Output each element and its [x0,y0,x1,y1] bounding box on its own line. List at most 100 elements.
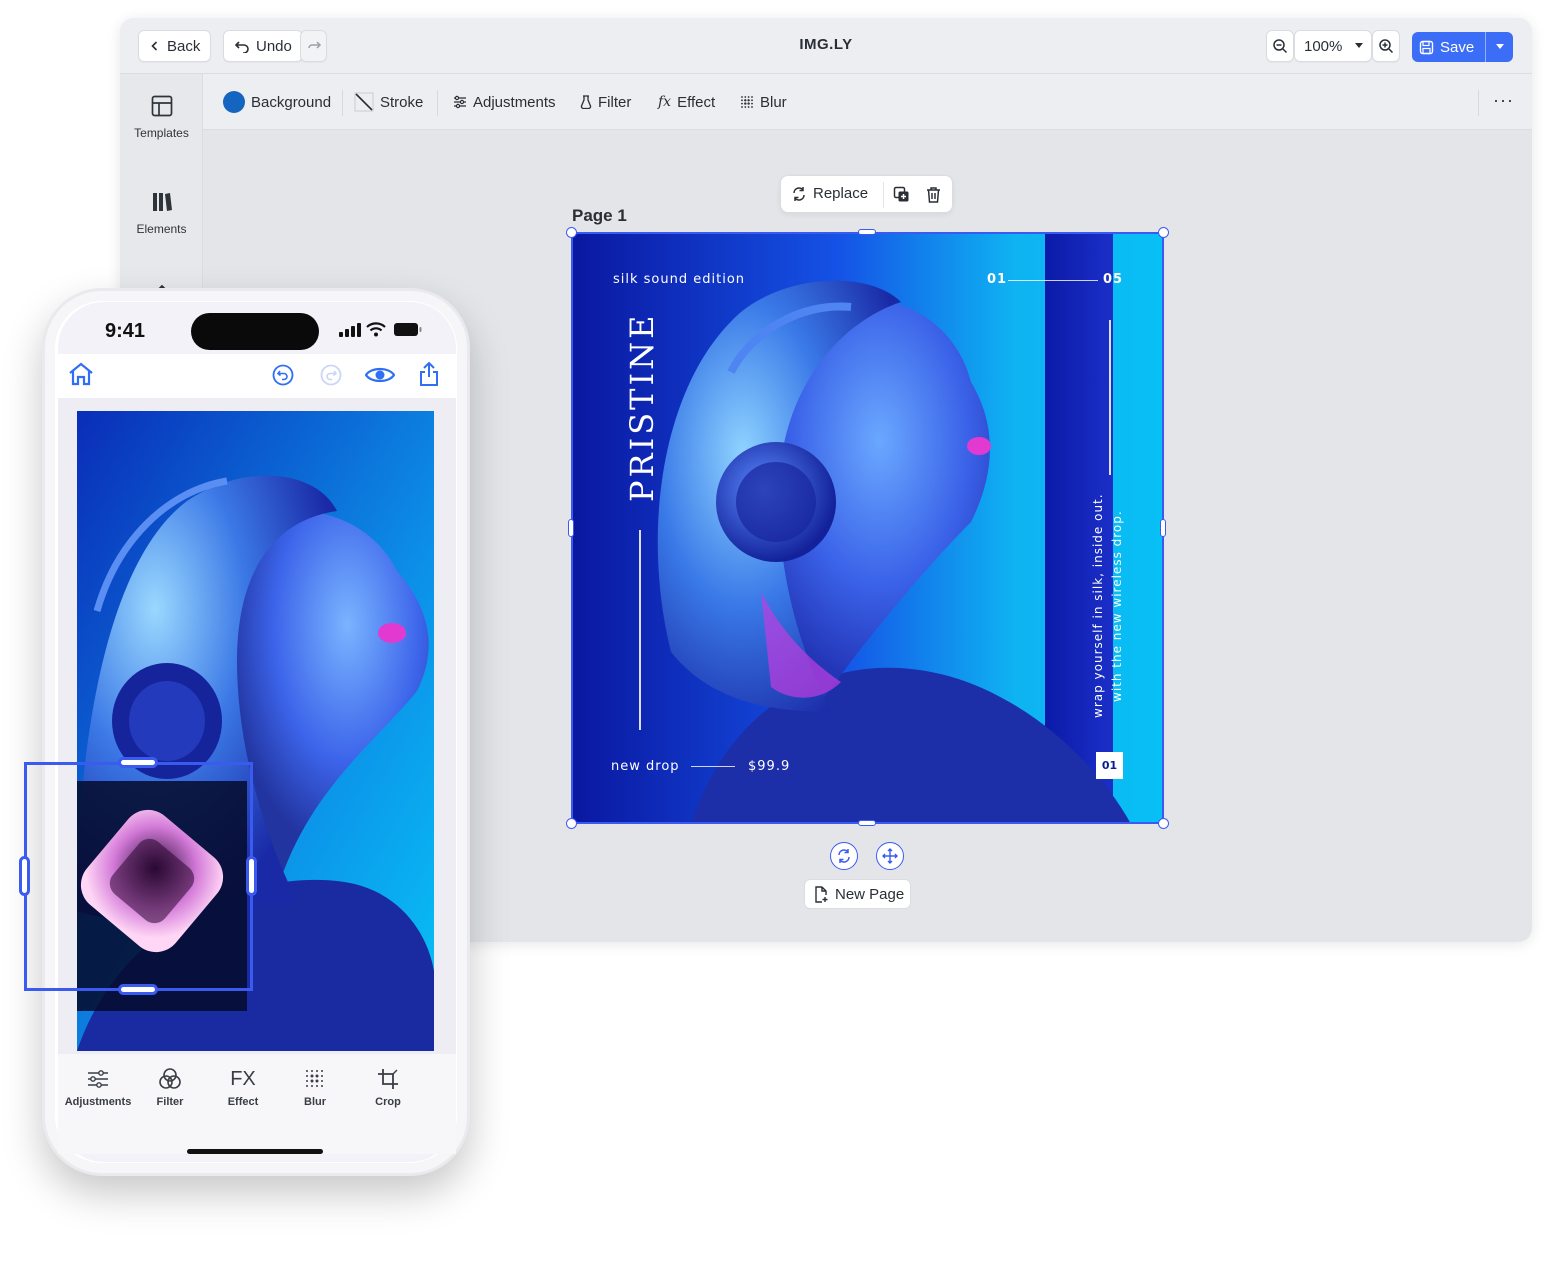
templates-icon [120,92,203,120]
filter-label: Filter [598,93,632,111]
replace-button[interactable]: Replace [791,185,868,202]
effect-label: Effect [677,93,716,111]
sidebar-item-elements[interactable]: Elements [120,188,203,236]
crop-icon [351,1066,425,1092]
home-icon[interactable] [68,362,94,391]
fx-glyph: FX [230,1067,256,1090]
background-color-swatch [223,91,245,113]
home-indicator [187,1149,323,1154]
adjustments-icon [453,95,467,109]
save-button[interactable]: Save [1412,32,1485,62]
blur-label: Blur [760,93,787,111]
poster-badge: 01 [1096,752,1123,779]
filter-icon [133,1066,207,1092]
wifi-icon [366,322,386,342]
resize-handle-bottom-right[interactable] [1158,818,1169,829]
background-tool[interactable]: Background [223,91,332,113]
fx-icon: fx [658,94,672,110]
poster-rule-right [1109,320,1111,475]
new-page-button[interactable]: New Page [804,879,911,909]
battery-icon [393,322,423,342]
elements-icon [120,188,203,216]
phone-handle-right[interactable] [246,856,257,896]
blur-icon [740,95,754,109]
new-page-icon [813,885,829,903]
redo-icon[interactable] [320,364,342,391]
phone-handle-left[interactable] [19,856,30,896]
effect-tool[interactable]: fx Effect [658,92,715,112]
caret-down-icon [1354,42,1364,50]
phone-tab-blur[interactable]: Blur [278,1066,352,1108]
phone-tab-filter[interactable]: Filter [133,1066,207,1108]
phone-tab-effect[interactable]: FX Effect [206,1066,280,1109]
zoom-select[interactable]: 100% [1294,30,1372,62]
resize-handle-right[interactable] [1160,519,1166,537]
poster-brand: PRISTINE [623,312,661,502]
resize-handle-bottom[interactable] [858,820,876,826]
zoom-out-icon [1272,38,1288,54]
background-label: Background [251,93,332,111]
toolbar-divider [1478,90,1479,116]
more-icon: ··· [1493,89,1514,110]
move-icon [882,848,898,864]
save-options-button[interactable] [1485,32,1513,62]
rotate-button[interactable] [830,842,858,870]
phone-tab-label: Adjustments [64,1096,132,1108]
caret-down-icon [1495,43,1505,51]
resize-handle-top[interactable] [858,229,876,235]
top-bar: Back Undo IMG.LY 100% Save [120,18,1532,74]
zoom-out-button[interactable] [1266,30,1294,62]
dynamic-island [191,313,319,350]
preview-eye-icon[interactable] [364,365,396,390]
duplicate-icon[interactable] [893,186,910,203]
save-label: Save [1440,38,1475,56]
resize-handle-top-left[interactable] [566,227,577,238]
rotate-icon [836,848,852,864]
replace-label: Replace [813,185,869,202]
save-button-group: Save [1412,32,1513,62]
adjustments-icon [61,1066,135,1092]
resize-handle-top-right[interactable] [1158,227,1169,238]
phone-nav-bar [58,354,456,398]
poster-rule [639,530,641,730]
stroke-icon [354,92,374,112]
stroke-label: Stroke [380,93,424,111]
page-title: Page 1 [572,206,627,225]
adjustments-tool[interactable]: Adjustments [453,92,556,112]
toolbar-divider [437,90,438,116]
replace-icon [791,186,807,202]
design-page[interactable]: silk sound edition 01 05 PRISTINE wrap y… [571,232,1164,824]
poster-page-end: 05 [1103,272,1124,287]
toolbar-divider [342,90,343,116]
poster-tagline-1: wrap yourself in silk, inside out. [1091,493,1105,718]
poster-divider [1008,280,1098,281]
blur-icon [278,1066,352,1092]
resize-handle-bottom-left[interactable] [566,818,577,829]
filter-tool[interactable]: Filter [580,92,631,112]
new-page-label: New Page [835,885,905,903]
trash-icon[interactable] [926,186,941,203]
stroke-tool[interactable]: Stroke [354,92,423,112]
phone-tab-label: Crop [375,1096,401,1108]
share-icon[interactable] [419,361,439,392]
sidebar-label-elements: Elements [136,222,187,236]
undo-icon[interactable] [272,364,294,391]
cellular-signal-icon [339,323,361,342]
inspector-toolbar: Background Stroke Adjustments Filter fx … [203,74,1532,130]
zoom-in-button[interactable] [1372,30,1400,62]
phone-handle-bottom[interactable] [118,984,158,995]
move-button[interactable] [876,842,904,870]
sidebar-item-templates[interactable]: Templates [120,92,203,140]
phone-tab-label: Filter [156,1096,184,1108]
poster-edition: silk sound edition [613,272,746,287]
phone-tab-crop[interactable]: Crop [351,1066,425,1108]
resize-handle-left[interactable] [568,519,574,537]
phone-handle-top[interactable] [118,757,158,768]
sidebar-label-templates: Templates [134,126,189,140]
more-options-button[interactable]: ··· [1493,90,1514,110]
phone-selection-frame [24,762,253,991]
poster-page-start: 01 [987,272,1008,287]
element-context-bar: Replace [780,175,953,213]
blur-tool[interactable]: Blur [740,92,787,112]
phone-tab-adjustments[interactable]: Adjustments [61,1066,135,1108]
